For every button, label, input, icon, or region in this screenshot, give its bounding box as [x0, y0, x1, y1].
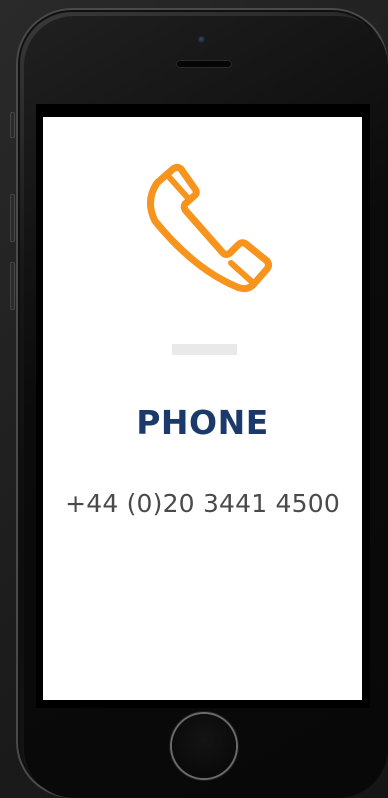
volume-up-button — [10, 194, 15, 242]
section-divider — [172, 344, 237, 355]
phone-screen: PHONE +44 (0)20 3441 4500 — [43, 117, 362, 700]
earpiece-speaker — [176, 60, 232, 68]
mute-switch — [10, 112, 15, 138]
phone-number-link[interactable]: +44 (0)20 3441 4500 — [43, 489, 362, 518]
proximity-sensor — [155, 62, 160, 67]
home-button[interactable] — [172, 714, 236, 778]
volume-down-button — [10, 262, 15, 310]
phone-handset-icon[interactable] — [139, 161, 273, 295]
front-camera — [198, 36, 206, 44]
contact-heading: PHONE — [136, 403, 269, 442]
